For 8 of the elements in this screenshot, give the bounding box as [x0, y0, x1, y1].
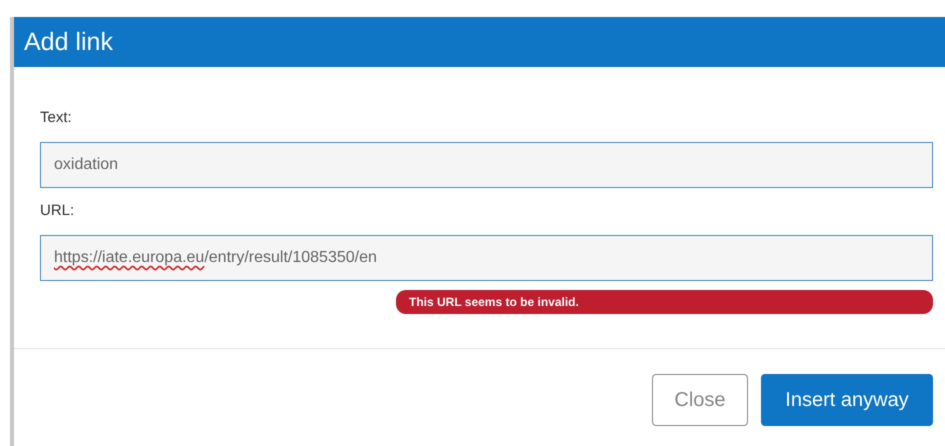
error-message: This URL seems to be invalid. — [396, 290, 933, 314]
dialog-title: Add link — [24, 28, 113, 56]
insert-button[interactable]: Insert anyway — [761, 374, 933, 426]
text-field[interactable]: oxidation — [40, 142, 933, 188]
field-label: URL: — [40, 202, 74, 219]
url-field[interactable]: https://iate.europa.eu/entry/result/1085350/en — [40, 235, 933, 281]
close-button[interactable]: Close — [652, 374, 748, 426]
field-label: Text: — [40, 109, 72, 126]
